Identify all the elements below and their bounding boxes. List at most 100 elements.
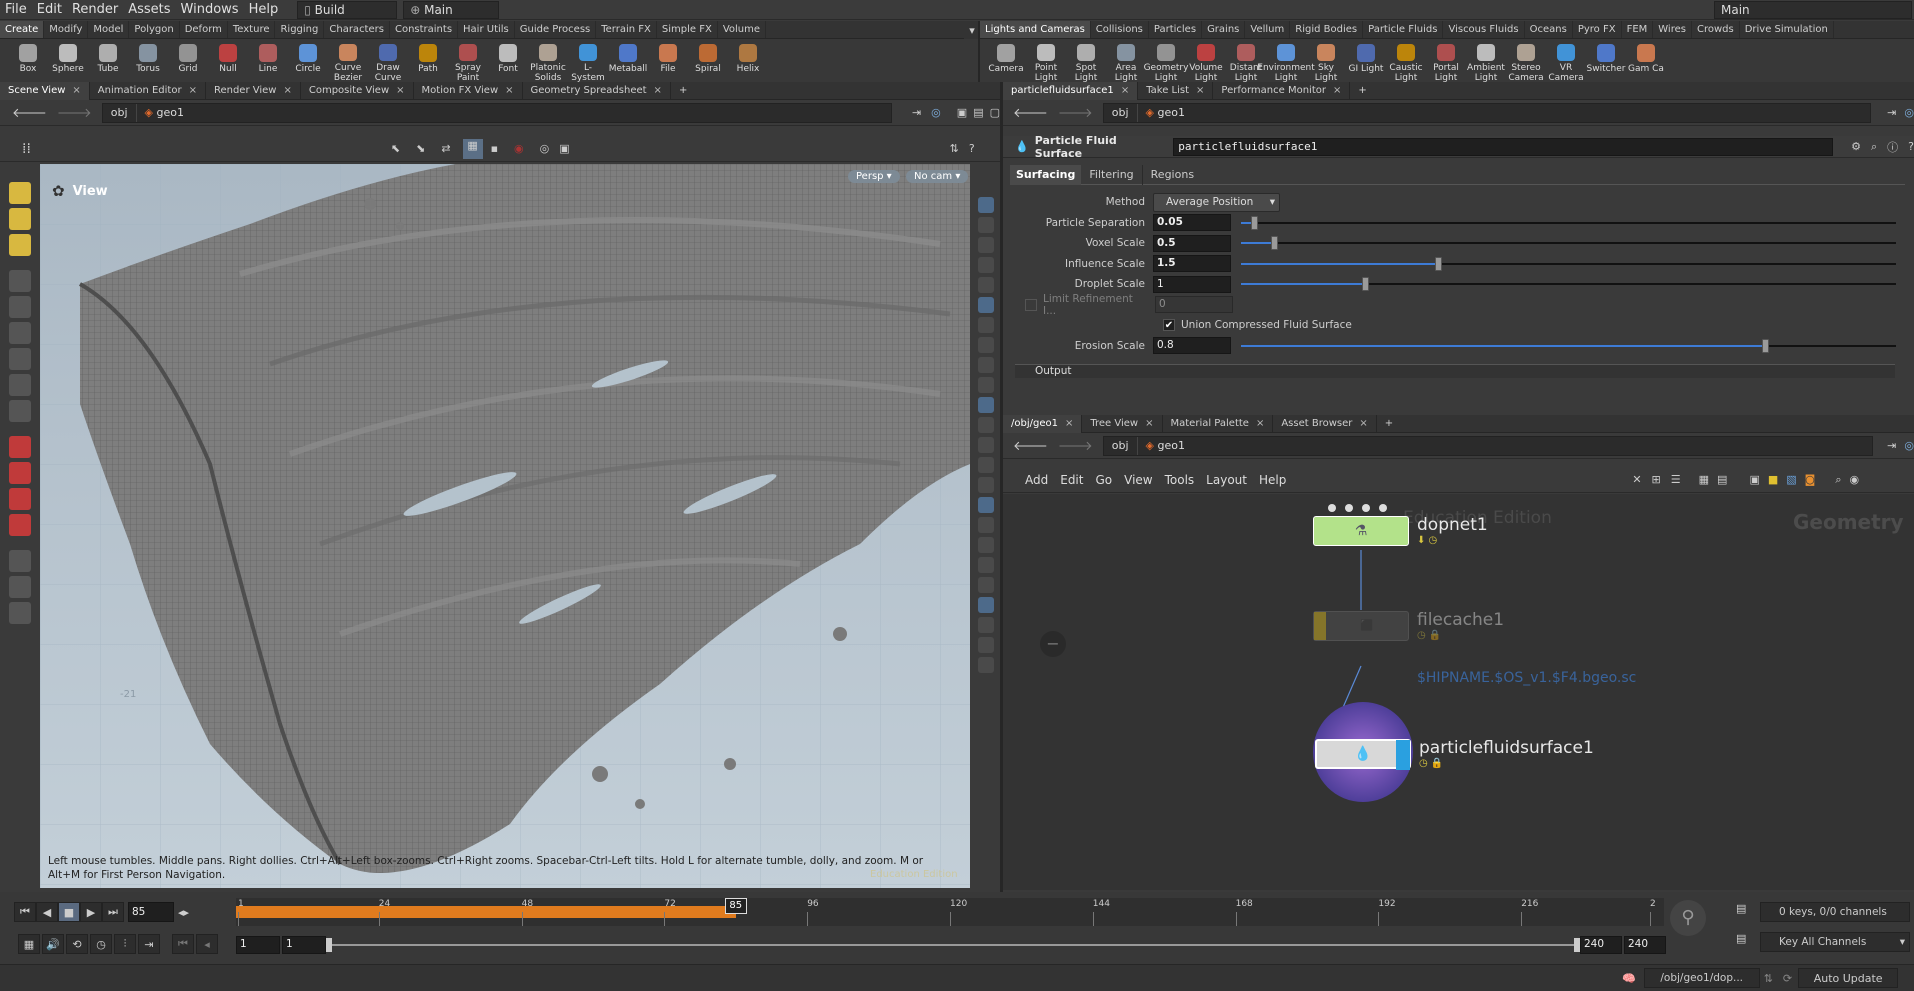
select-mode-icon[interactable]: ⬉ xyxy=(391,142,400,155)
display-option-21-icon[interactable] xyxy=(978,617,994,633)
paint-tool-icon[interactable] xyxy=(9,400,31,422)
range-slider-track[interactable] xyxy=(330,944,1580,946)
close-icon[interactable]: × xyxy=(189,85,197,96)
shelf-tab-deform[interactable]: Deform xyxy=(180,21,228,38)
shelf-tab-grains[interactable]: Grains xyxy=(1202,21,1246,38)
camera-tool-icon[interactable] xyxy=(9,550,31,572)
render-icon[interactable]: ◎ xyxy=(540,142,550,155)
shelf-tab-crowds[interactable]: Crowds xyxy=(1692,21,1740,38)
net-menu-add[interactable]: Add xyxy=(1019,473,1054,487)
forward-arrow-icon[interactable]: 🡒 xyxy=(1058,105,1093,121)
tool-switcher[interactable]: Switcher xyxy=(1586,41,1626,83)
end-frame-field-2[interactable]: 240 xyxy=(1624,936,1666,954)
node-name-field[interactable]: particlefluidsurface1 xyxy=(1173,137,1834,156)
shelf-tab-wires[interactable]: Wires xyxy=(1653,21,1692,38)
channel-list-icon[interactable]: ▤ xyxy=(1736,902,1754,920)
tool-spray-paint[interactable]: Spray Paint xyxy=(448,41,488,83)
close-icon[interactable]: × xyxy=(1196,85,1204,96)
display-option-16-icon[interactable] xyxy=(978,517,994,533)
back-arrow-icon[interactable]: 🡐 xyxy=(1013,438,1048,454)
display-option-7-icon[interactable] xyxy=(978,337,994,353)
param-field-droplet-scale[interactable]: 1 xyxy=(1153,275,1231,293)
clock-icon[interactable]: ◷ xyxy=(90,934,112,954)
limit-refinement-field[interactable]: 0 xyxy=(1155,296,1233,314)
tool-line[interactable]: Line xyxy=(248,41,288,83)
loop-icon[interactable]: ⟲ xyxy=(66,934,88,954)
grid-view-icon[interactable]: ▦ xyxy=(1699,473,1709,486)
view-icon[interactable]: ▪ xyxy=(491,142,498,155)
gear-icon[interactable]: ⚙ xyxy=(1851,140,1861,153)
shelf-tab-drive-simulation[interactable]: Drive Simulation xyxy=(1740,21,1834,38)
tool-null[interactable]: Null xyxy=(208,41,248,83)
display-option-5-icon[interactable] xyxy=(978,297,994,313)
back-arrow-icon[interactable]: 🡐 xyxy=(1013,105,1048,121)
subtab-regions[interactable]: Regions xyxy=(1143,165,1202,185)
magnet-alt-tool-icon[interactable] xyxy=(9,488,31,510)
tab-geometry-spreadsheet[interactable]: Geometry Spreadsheet × xyxy=(523,81,671,100)
node-filecache1[interactable]: ⬛ filecache1 ◷ 🔒 xyxy=(1313,610,1504,641)
tool-file[interactable]: File xyxy=(648,41,688,83)
snap-tool-icon[interactable] xyxy=(9,436,31,458)
shelf-tab-pyro-fx[interactable]: Pyro FX xyxy=(1573,21,1622,38)
tool-portal-light[interactable]: Portal Light xyxy=(1426,41,1466,83)
shelf-tab-volume[interactable]: Volume xyxy=(718,21,767,38)
shelf-tab-rigid-bodies[interactable]: Rigid Bodies xyxy=(1290,21,1364,38)
search-icon[interactable]: ⌕ xyxy=(1835,473,1841,487)
param-field-particle-separation[interactable]: 0.05 xyxy=(1153,214,1231,232)
display-option-22-icon[interactable] xyxy=(978,637,994,653)
shelf-tab-modify[interactable]: Modify xyxy=(44,21,89,38)
list-icon[interactable]: ☰ xyxy=(1671,473,1681,486)
add-tab-icon[interactable]: + xyxy=(1377,415,1401,433)
param-slider-particle-separation[interactable] xyxy=(1241,215,1896,230)
range-start-handle[interactable] xyxy=(326,938,332,952)
link-icon[interactable]: ◎ xyxy=(1904,106,1914,119)
scale-tool-icon[interactable] xyxy=(9,374,31,396)
tab-material-palette[interactable]: Material Palette × xyxy=(1163,414,1274,433)
context-select[interactable]: ⊕ Main xyxy=(403,0,500,19)
display-option-3-icon[interactable] xyxy=(978,257,994,273)
close-icon[interactable]: × xyxy=(1359,418,1367,429)
persp-menu[interactable]: Persp ▾ xyxy=(848,170,900,183)
display-option-1-icon[interactable] xyxy=(978,217,994,233)
step-prev-key-icon[interactable]: ◂▸ xyxy=(178,906,189,919)
tool-spiral[interactable]: Spiral xyxy=(688,41,728,83)
key-options-icon[interactable]: ▤ xyxy=(1736,932,1754,950)
tab-composite-view[interactable]: Composite View × xyxy=(301,81,414,100)
keys-status[interactable]: 0 keys, 0/0 channels xyxy=(1760,902,1910,922)
path-geo1[interactable]: ◈ geo1 xyxy=(1138,104,1193,122)
erosion-field[interactable]: 0.8 xyxy=(1153,337,1231,355)
select-tool-icon[interactable] xyxy=(9,270,31,292)
magnet-tool-icon[interactable] xyxy=(9,462,31,484)
right-desktop-select[interactable]: Main xyxy=(1714,1,1912,19)
tool-box[interactable]: Box xyxy=(8,41,48,83)
shelf-tab-oceans[interactable]: Oceans xyxy=(1525,21,1573,38)
tool-curve-bezier[interactable]: Curve Bezier xyxy=(328,41,368,83)
add-tab-icon[interactable]: + xyxy=(671,82,695,100)
tool-sky-light[interactable]: Sky Light xyxy=(1306,41,1346,83)
auto-update-button[interactable]: Auto Update xyxy=(1798,968,1899,988)
shelf-tab-polygon[interactable]: Polygon xyxy=(129,21,180,38)
display-options-icon[interactable]: ▤ xyxy=(973,106,983,119)
back-arrow-icon[interactable]: 🡐 xyxy=(12,105,47,121)
dop-node-body[interactable]: ⚗ xyxy=(1313,516,1409,546)
tab-particlefluidsurface1[interactable]: particlefluidsurface1 × xyxy=(1003,81,1139,100)
subtab-filtering[interactable]: Filtering xyxy=(1081,164,1143,185)
jump-end-icon[interactable]: ⏭ xyxy=(102,902,124,922)
display-option-9-icon[interactable] xyxy=(978,377,994,393)
output-folder[interactable]: Output xyxy=(1015,364,1895,378)
handle-tool-icon[interactable] xyxy=(9,234,31,256)
tab-tree-view[interactable]: Tree View × xyxy=(1082,414,1163,433)
forward-arrow-icon[interactable]: 🡒 xyxy=(1058,438,1093,454)
range-start-icon[interactable]: ⏮ xyxy=(172,934,194,954)
shelf-tab-terrain-fx[interactable]: Terrain FX xyxy=(596,21,657,38)
shelf-tab-create[interactable]: Create xyxy=(0,21,45,38)
close-icon[interactable]: × xyxy=(1256,418,1264,429)
record-icon[interactable]: ◉ xyxy=(514,142,524,155)
close-icon[interactable]: × xyxy=(396,85,404,96)
status-dropdown-icon[interactable]: ⇅ xyxy=(1764,972,1773,985)
link-icon[interactable]: ◎ xyxy=(1904,439,1914,452)
param-slider-influence-scale[interactable] xyxy=(1241,256,1896,271)
display-option-13-icon[interactable] xyxy=(978,457,994,473)
play-icon[interactable]: ▶ xyxy=(80,902,102,922)
net-menu-tools[interactable]: Tools xyxy=(1159,473,1201,487)
